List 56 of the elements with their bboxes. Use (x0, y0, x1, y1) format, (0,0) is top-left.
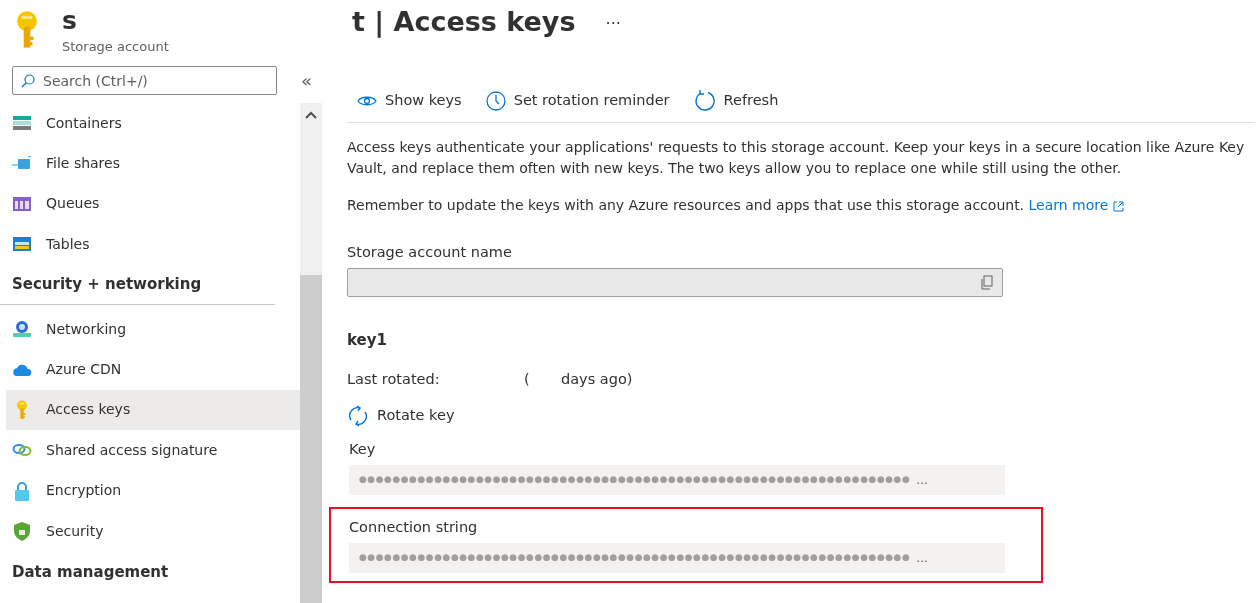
ellipsis-text: ... (916, 471, 928, 489)
field-label: Key (349, 440, 377, 459)
reminder-text: Remember to update the keys with any Azure resources and apps that use this storage account. Learn more (347, 195, 1255, 216)
queue-icon (12, 196, 32, 211)
more-button[interactable]: ··· (605, 12, 621, 36)
globe-icon (12, 320, 32, 339)
sidebar-item[interactable]: Access keys (6, 389, 300, 431)
clock-icon (485, 91, 506, 111)
masked-value: ●●●●●●●●●●●●●●●●●●●●●●●●●●●●●●●●●●●●●●●●●●●●●●●●●●●●●●●●●●●●●●●●●● (359, 473, 911, 486)
storage-name-field[interactable] (347, 267, 1003, 297)
sidebar-item[interactable]: Queues (6, 183, 300, 225)
description-text: Access keys authenticate your applications' requests to this storage account. Keep your keys in a secure location like Azure Key Vault, and replace them often with new keys. The two keys allow you to replace one while still using the other. (347, 138, 1246, 178)
lock-icon (12, 480, 32, 501)
last-rotated-paren: ( (524, 370, 531, 390)
sidebar-item[interactable]: Security (6, 510, 300, 552)
last-rotated-label: Last rotated: (347, 370, 441, 390)
resource-type: Storage account (62, 38, 169, 56)
link-icon (12, 443, 32, 458)
secret-field[interactable]: ●●●●●●●●●●●●●●●●●●●●●●●●●●●●●●●●●●●●●●●●●●●●●●●●●●●●●●●●●●●●●●●●●● ... (349, 542, 1005, 573)
sidebar-item[interactable]: Networking (6, 308, 300, 350)
sidebar-item[interactable]: Tables (6, 224, 300, 265)
search-icon (21, 74, 35, 88)
days-ago-text: days ago) (561, 370, 633, 390)
field-label: Storage account name (347, 243, 513, 262)
rotate-icon (347, 405, 369, 427)
scrollbar[interactable] (300, 103, 322, 603)
field-label: Connection string (349, 517, 479, 537)
sidebar-item[interactable]: Encryption (6, 470, 300, 511)
section-header: Security + networking (0, 264, 275, 305)
toolbar-button[interactable]: Show keys (357, 90, 462, 112)
refresh-icon (693, 90, 716, 112)
toolbar-button[interactable]: Set rotation reminder (485, 90, 670, 112)
secret-field[interactable]: ●●●●●●●●●●●●●●●●●●●●●●●●●●●●●●●●●●●●●●●●●●●●●●●●●●●●●●●●●●●●●●●●●● ... (349, 464, 1005, 495)
containers-icon (12, 116, 32, 131)
key-title: key1 (347, 329, 388, 351)
table-icon (12, 237, 32, 252)
learn-more-link[interactable]: Learn more (1028, 197, 1124, 213)
eye-icon (357, 95, 377, 107)
toolbar-button[interactable]: Refresh (693, 90, 779, 112)
sidebar-item[interactable]: File shares (6, 143, 300, 184)
rotate-key-button[interactable]: Rotate key (347, 405, 455, 427)
collapse-button[interactable]: « (301, 71, 312, 90)
copy-icon[interactable] (980, 274, 994, 290)
sidebar-item[interactable]: Shared access signature (6, 430, 300, 471)
section-header: Data management (11, 562, 170, 584)
sidebar-item[interactable]: Azure CDN (6, 349, 300, 390)
cloud-icon (12, 363, 32, 376)
search-field[interactable]: Search (Ctrl+/) (12, 66, 277, 95)
sidebar-item[interactable]: Containers (6, 103, 300, 144)
resource-name: s (62, 8, 78, 33)
masked-value: ●●●●●●●●●●●●●●●●●●●●●●●●●●●●●●●●●●●●●●●●●●●●●●●●●●●●●●●●●●●●●●●●●● (359, 550, 911, 564)
key-icon (16, 10, 38, 50)
external-link-icon (1112, 200, 1124, 212)
shield-icon (12, 521, 32, 541)
ellipsis-text: ... (916, 549, 928, 567)
file-share-icon (12, 155, 32, 172)
